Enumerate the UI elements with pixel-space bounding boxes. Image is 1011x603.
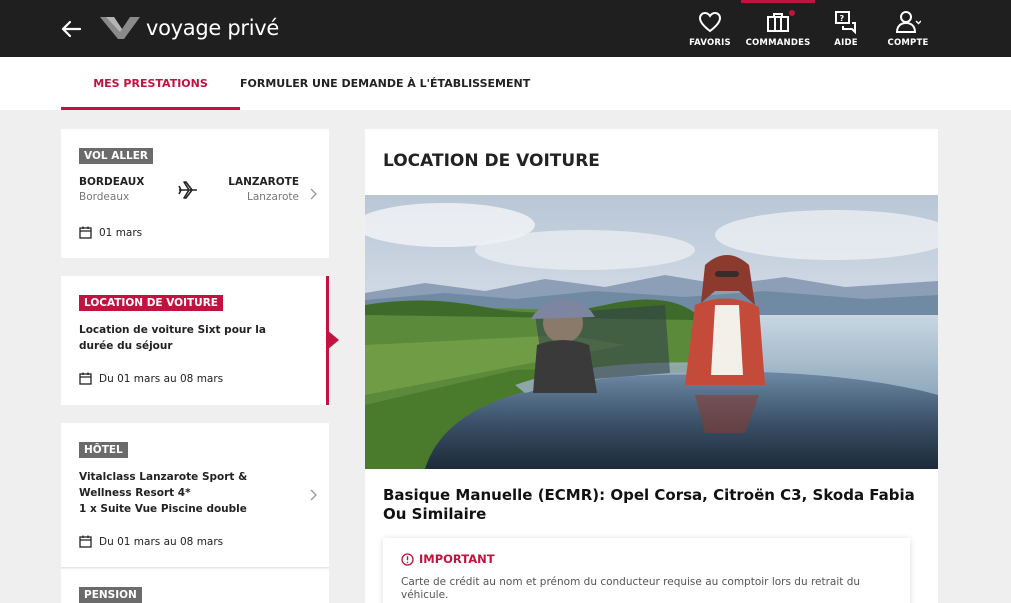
flight-date-text: 01 mars	[99, 226, 143, 239]
hotel-room: 1 x Suite Vue Piscine double	[79, 503, 247, 515]
car-rental-date: Du 01 mars au 08 mars	[79, 372, 223, 385]
header-nav: FAVORIS COMMANDES ? AIDE COMPTE	[679, 0, 939, 57]
nav-label: COMMANDES	[745, 38, 811, 48]
arrival-code: LANZAROTE	[228, 176, 299, 188]
pension-badge: PENSION	[79, 587, 142, 603]
calendar-icon	[79, 226, 92, 239]
flight-badge: VOL ALLER	[79, 148, 153, 164]
notice-text: Carte de crédit au nom et prénom du cond…	[401, 576, 861, 601]
flight-card[interactable]: VOL ALLER BORDEAUX Bordeaux LANZAROTE La…	[61, 129, 329, 258]
notice-title: IMPORTANT	[419, 552, 495, 566]
departure-code: BORDEAUX	[79, 176, 145, 188]
flight-date: 01 mars	[79, 226, 142, 239]
chevron-right-icon	[310, 489, 317, 501]
hotel-card[interactable]: HÔTEL Vitalclass Lanzarote Sport & Welln…	[61, 423, 329, 568]
car-rental-photo	[365, 195, 938, 469]
hotel-date-text: Du 01 mars au 08 mars	[99, 535, 224, 548]
car-model-title: Basique Manuelle (ECMR): Opel Corsa, Cit…	[383, 486, 915, 523]
calendar-icon	[79, 372, 92, 385]
selected-pointer	[327, 330, 339, 350]
brand-name: voyage privé	[146, 16, 280, 40]
notice-header: IMPORTANT	[401, 552, 495, 566]
hotel-description: Vitalclass Lanzarote Sport & Wellness Re…	[79, 469, 299, 517]
car-rental-description: Location de voiture Sixt pour la durée d…	[79, 324, 266, 352]
top-bar: voyage privé FAVORIS COMMANDES ? AIDE CO…	[0, 0, 1011, 57]
back-arrow-icon[interactable]	[60, 18, 82, 40]
departure-city: Bordeaux	[79, 191, 130, 203]
heart-icon	[698, 11, 722, 33]
pension-card[interactable]: PENSION	[61, 569, 329, 603]
nav-favoris[interactable]: FAVORIS	[679, 0, 741, 57]
nav-label: AIDE	[834, 38, 858, 48]
user-icon	[895, 11, 921, 33]
hotel-name: Vitalclass Lanzarote Sport & Wellness Re…	[79, 471, 248, 499]
car-rental-panel: LOCATION DE VOITURE Basique Manuelle (EC…	[365, 129, 938, 603]
car-rental-badge: LOCATION DE VOITURE	[79, 295, 223, 311]
chevron-right-icon	[310, 188, 317, 200]
airplane-icon	[178, 181, 197, 199]
hotel-date: Du 01 mars au 08 mars	[79, 535, 223, 548]
notification-dot	[789, 10, 795, 16]
arrival-city: Lanzarote	[247, 191, 299, 203]
hotel-badge: HÔTEL	[79, 442, 128, 458]
brand-logo[interactable]: voyage privé	[100, 15, 279, 41]
car-rental-card[interactable]: LOCATION DE VOITURE Location de voiture …	[61, 276, 329, 405]
tabs-bar: MES PRESTATIONS FORMULER UNE DEMANDE À L…	[0, 57, 1011, 110]
car-rental-date-text: Du 01 mars au 08 mars	[99, 372, 224, 385]
nav-aide[interactable]: ? AIDE	[815, 0, 877, 57]
tab-formuler-demande[interactable]: FORMULER UNE DEMANDE À L'ÉTABLISSEMENT	[240, 57, 530, 110]
chat-help-icon: ?	[835, 11, 856, 35]
panel-title: LOCATION DE VOITURE	[383, 151, 600, 171]
warning-icon	[401, 552, 414, 566]
briefcase-icon	[767, 13, 789, 32]
tab-mes-prestations[interactable]: MES PRESTATIONS	[61, 57, 240, 110]
nav-commandes[interactable]: COMMANDES	[741, 0, 815, 57]
important-notice: IMPORTANT Carte de crédit au nom et prén…	[383, 538, 910, 603]
nav-label: COMPTE	[887, 38, 929, 48]
svg-text:?: ?	[840, 14, 845, 23]
nav-compte[interactable]: COMPTE	[877, 0, 939, 57]
calendar-icon	[79, 535, 92, 548]
nav-label: FAVORIS	[689, 38, 731, 48]
logo-mark-icon	[100, 17, 140, 39]
